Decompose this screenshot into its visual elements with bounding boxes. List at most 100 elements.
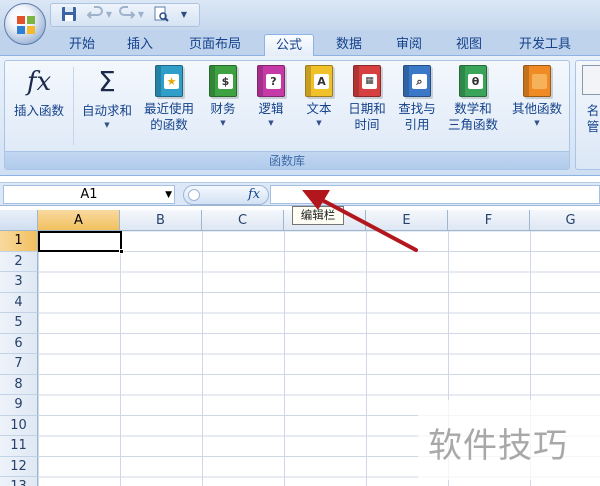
fill-handle[interactable] [119, 249, 124, 254]
redo-dropdown-icon[interactable]: ▼ [136, 6, 146, 24]
active-cell-a1[interactable] [38, 231, 124, 254]
star-book-icon: ★ [155, 65, 183, 97]
row-header-2[interactable]: 2 [0, 251, 38, 272]
excel-window: ▼ ▼ ▼ 开始 插入 页面布局 公式 数据 审阅 视图 开发工具 fx 插入函… [0, 0, 600, 486]
undo-dropdown-icon[interactable]: ▼ [104, 6, 114, 24]
chevron-down-icon: ▼ [104, 121, 110, 129]
function-library-group: fx 插入函数 Σ 自动求和 ▼ ★ 最近使用 的函数 $ 财务 ▼ ? 逻辑 [4, 60, 570, 170]
column-header-f[interactable]: F [448, 210, 530, 231]
column-header-g[interactable]: G [530, 210, 600, 231]
group-separator [73, 67, 74, 145]
date-time-label-2: 时间 [354, 117, 380, 132]
text-functions-label: 文本 [306, 101, 332, 116]
save-icon[interactable] [60, 6, 78, 24]
insert-function-icon[interactable]: fx [248, 186, 260, 204]
column-header-a[interactable]: A [38, 210, 120, 231]
row-header-7[interactable]: 7 [0, 354, 38, 375]
chevron-down-icon: ▼ [268, 119, 274, 127]
calendar-book-icon: ▦ [353, 65, 381, 97]
ribbon: fx 插入函数 Σ 自动求和 ▼ ★ 最近使用 的函数 $ 财务 ▼ ? 逻辑 [0, 56, 600, 176]
ribbon-tabs: 开始 插入 页面布局 公式 数据 审阅 视图 开发工具 [0, 30, 600, 57]
name-manager-icon [582, 65, 600, 95]
row-header-13[interactable]: 13 [0, 477, 38, 486]
row-header-1[interactable]: 1 [0, 231, 38, 252]
column-header-b[interactable]: B [120, 210, 202, 231]
formula-input[interactable] [270, 185, 600, 204]
function-library-label: 函数库 [5, 151, 569, 169]
date-time-button[interactable]: ▦ 日期和 时间 [343, 65, 391, 133]
name-box-value: A1 [80, 187, 98, 202]
insert-function-button[interactable]: fx 插入函数 [7, 65, 71, 119]
formula-bar-tooltip: 编辑栏 [292, 206, 344, 225]
office-logo-icon [17, 16, 35, 34]
chevron-down-icon: ▼ [316, 119, 322, 127]
row-header-12[interactable]: 12 [0, 456, 38, 477]
sigma-icon: Σ [98, 65, 116, 98]
financial-label: 财务 [210, 101, 236, 116]
autosum-button[interactable]: Σ 自动求和 ▼ [77, 65, 137, 131]
chevron-down-icon: ▼ [220, 119, 226, 127]
row-header-8[interactable]: 8 [0, 374, 38, 395]
financial-book-icon: $ [209, 65, 237, 97]
more-functions-label: 其他函数 [511, 101, 562, 116]
row-header-10[interactable]: 10 [0, 415, 38, 436]
undo-icon[interactable] [86, 6, 104, 24]
more-functions-button[interactable]: . 其他函数 ▼ [507, 65, 567, 129]
math-trig-label: 数学和 [454, 101, 492, 116]
title-bar: ▼ ▼ ▼ [0, 0, 600, 30]
financial-button[interactable]: $ 财务 ▼ [203, 65, 243, 129]
tab-insert[interactable]: 插入 [120, 34, 160, 56]
tab-developer[interactable]: 开发工具 [508, 34, 582, 56]
name-box[interactable]: A1 ▼ [3, 185, 175, 204]
print-preview-icon[interactable] [152, 6, 170, 24]
fx-icon: fx [26, 67, 52, 97]
row-header-3[interactable]: 3 [0, 272, 38, 293]
autosum-label: 自动求和 [81, 103, 132, 118]
recently-used-label-2: 的函数 [150, 117, 188, 132]
tab-home[interactable]: 开始 [62, 34, 102, 56]
column-header-c[interactable]: C [202, 210, 284, 231]
text-book-icon: A [305, 65, 333, 97]
date-time-label: 日期和 [348, 101, 386, 116]
row-header-11[interactable]: 11 [0, 436, 38, 457]
math-trig-label-2: 三角函数 [447, 117, 498, 132]
name-manager-label-2: 管 [586, 119, 600, 134]
tab-view[interactable]: 视图 [448, 34, 490, 56]
name-manager-label: 名 [586, 103, 600, 118]
insert-function-label: 插入函数 [13, 103, 64, 118]
tab-page-layout[interactable]: 页面布局 [180, 34, 250, 56]
logical-book-icon: ? [257, 65, 285, 97]
row-header-9[interactable]: 9 [0, 395, 38, 416]
lookup-reference-button[interactable]: ⌕ 查找与 引用 [393, 65, 441, 133]
row-header-4[interactable]: 4 [0, 292, 38, 313]
lookup-reference-label: 查找与 [398, 101, 436, 116]
logical-label: 逻辑 [258, 101, 284, 116]
logical-button[interactable]: ? 逻辑 ▼ [251, 65, 291, 129]
theta-book-icon: θ [459, 65, 487, 97]
defined-names-group: 名 管 [575, 60, 600, 170]
recently-used-button[interactable]: ★ 最近使用 的函数 [139, 65, 199, 133]
tab-data[interactable]: 数据 [328, 34, 370, 56]
expand-handle-icon[interactable] [188, 189, 200, 201]
column-header-e[interactable]: E [366, 210, 448, 231]
lookup-reference-label-2: 引用 [404, 117, 430, 132]
row-header-5[interactable]: 5 [0, 313, 38, 334]
redo-icon[interactable] [118, 6, 136, 24]
recently-used-label: 最近使用 [143, 101, 194, 116]
chevron-down-icon[interactable]: ▼ [165, 186, 172, 204]
magnifier-book-icon: ⌕ [403, 65, 431, 97]
math-trig-button[interactable]: θ 数学和 三角函数 [441, 65, 505, 133]
name-manager-button[interactable]: 名 管 [578, 65, 600, 135]
chevron-down-icon: ▼ [534, 119, 540, 127]
formula-controls: fx [183, 185, 269, 205]
formula-bar: A1 ▼ fx [0, 182, 600, 206]
watermark-text: 软件技巧 [428, 426, 568, 466]
office-button[interactable] [4, 3, 46, 45]
tab-formulas[interactable]: 公式 [264, 34, 314, 57]
customize-dropdown-icon[interactable]: ▼ [178, 6, 190, 24]
select-all-corner[interactable] [0, 210, 38, 231]
text-functions-button[interactable]: A 文本 ▼ [299, 65, 339, 129]
row-header-6[interactable]: 6 [0, 333, 38, 354]
books-stack-icon: . [523, 65, 551, 97]
tab-review[interactable]: 审阅 [388, 34, 430, 56]
